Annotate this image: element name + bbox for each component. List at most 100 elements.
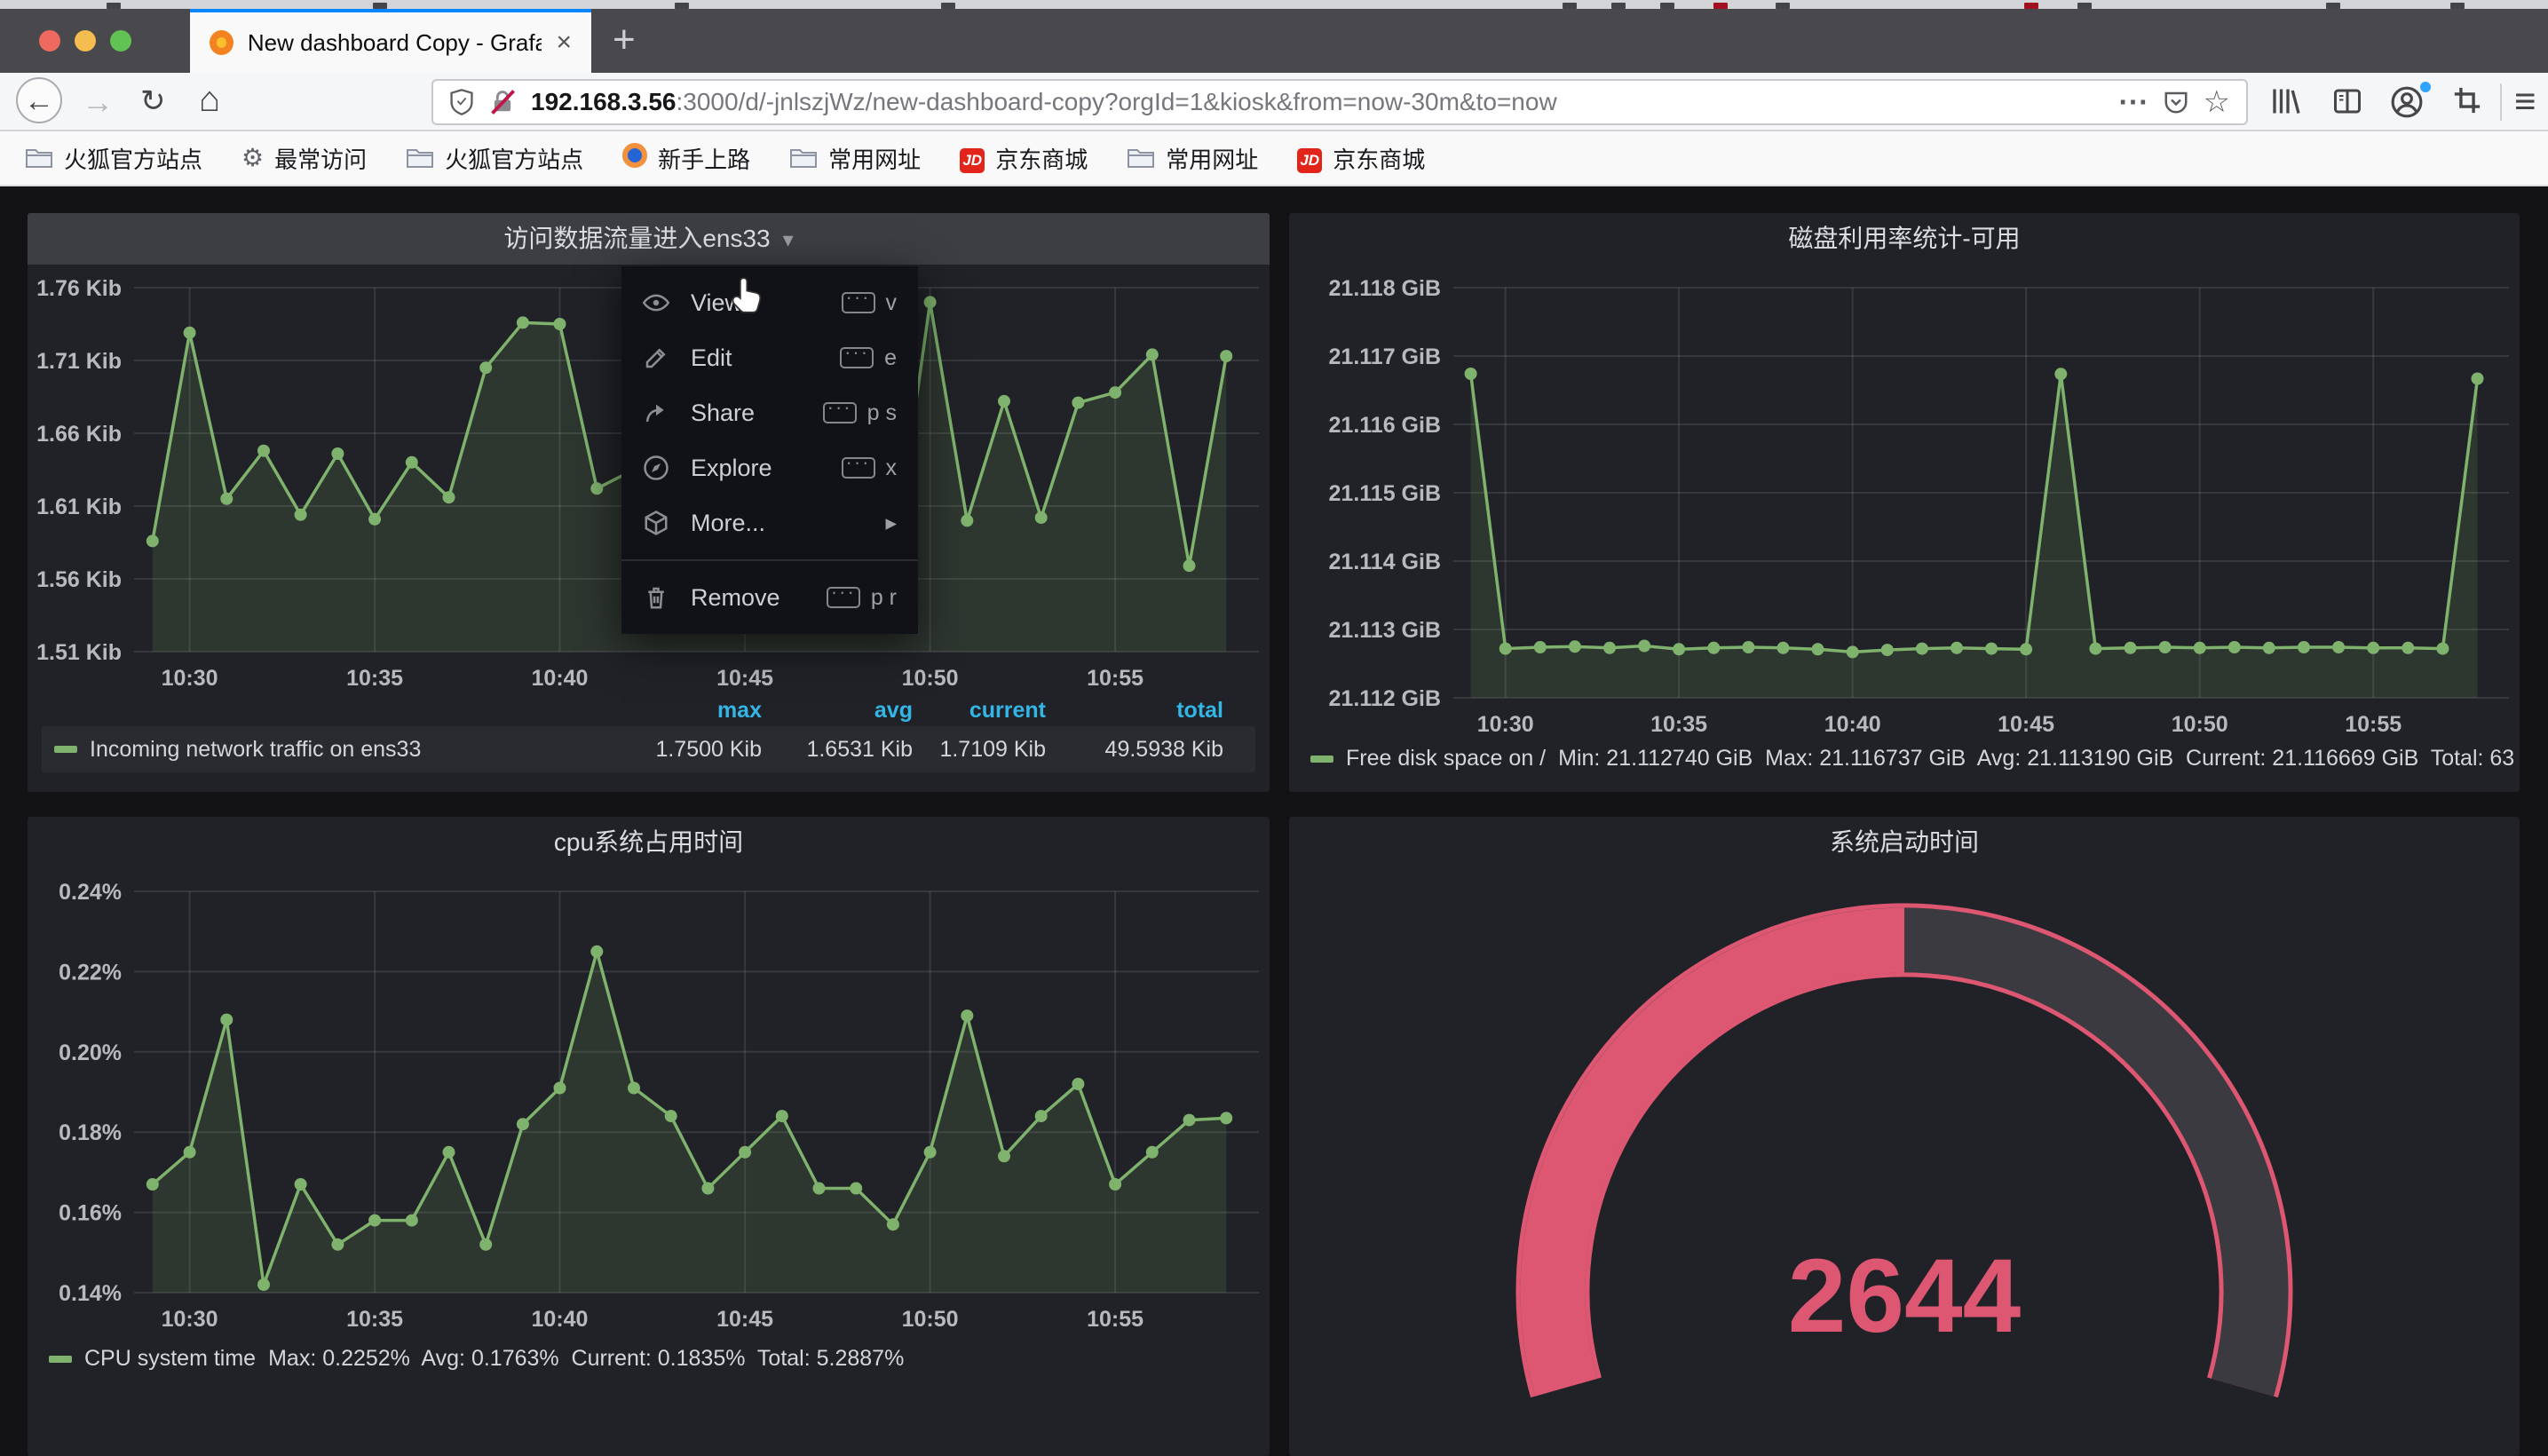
svg-text:21.118 GiB: 21.118 GiB (1329, 276, 1441, 301)
folder-icon (25, 146, 53, 170)
legend-value: 1.7500 Kib (575, 737, 762, 763)
legend-header[interactable]: current (913, 698, 1046, 724)
svg-text:10:40: 10:40 (532, 1307, 589, 1332)
bookmark-item-1[interactable]: ⚙最常访问 (241, 142, 367, 175)
insecure-lock-icon[interactable] (488, 88, 517, 116)
sidebar-icon[interactable] (2331, 85, 2363, 117)
browser-tab-bar: New dashboard Copy - Grafana × + (0, 9, 2548, 73)
grafana-favicon (210, 30, 233, 55)
menu-shortcut: p s (867, 400, 897, 426)
window-close-button[interactable] (39, 30, 60, 51)
jd-icon: JD (1297, 144, 1322, 173)
eye-icon (643, 289, 671, 316)
back-button[interactable]: ← (16, 77, 62, 123)
bookmark-item-2[interactable]: 火狐官方站点 (406, 142, 583, 175)
svg-text:10:30: 10:30 (162, 1307, 218, 1332)
bookmark-item-3[interactable]: 新手上路 (622, 142, 750, 175)
menu-item-edit[interactable]: Edit e (621, 330, 918, 385)
legend-disk[interactable]: Free disk space on /Min: 21.112740 GiB M… (1310, 746, 2514, 772)
uptime-gauge: 2644 (1289, 868, 2520, 1456)
legend-series-name[interactable]: CPU system time (84, 1346, 256, 1372)
legend-value: 1.6531 Kib (762, 737, 913, 763)
window-zoom-button[interactable] (110, 30, 131, 51)
legend-series-name[interactable]: Incoming network traffic on ens33 (90, 737, 421, 763)
url-bar[interactable]: 192.168.3.56:3000/d/-jnlszjWz/new-dashbo… (431, 79, 2248, 125)
svg-text:1.66 Kib: 1.66 Kib (36, 422, 122, 447)
bookmark-star-icon[interactable]: ☆ (2204, 87, 2230, 117)
url-text[interactable]: 192.168.3.56:3000/d/-jnlszjWz/new-dashbo… (531, 88, 2104, 116)
menu-item-more[interactable]: More... ▸ (621, 495, 918, 550)
bookmark-label: 常用网址 (828, 142, 921, 175)
legend-value: 1.7109 Kib (913, 737, 1046, 763)
disk-usage-chart[interactable]: 21.118 GiB21.117 GiB21.116 GiB21.115 GiB… (1289, 265, 2520, 739)
menu-item-view[interactable]: Viewv (621, 275, 918, 330)
keyboard-icon (840, 347, 874, 368)
legend-header[interactable]: total (1046, 698, 1223, 724)
legend-cpu[interactable]: CPU system time Max: 0.2252% Avg: 0.1763%… (49, 1346, 1264, 1372)
bookmark-item-7[interactable]: JD京东商城 (1297, 142, 1425, 175)
reload-button[interactable]: ↻ (140, 83, 166, 119)
menu-shortcut: x (886, 455, 898, 481)
bookmark-label: 火狐官方站点 (64, 142, 202, 175)
bookmark-item-5[interactable]: JD 京东商城 (960, 142, 1088, 175)
menu-shortcut: v (886, 290, 898, 316)
legend-header[interactable]: max (575, 698, 762, 724)
panel-title-disk[interactable]: 磁盘利用率统计-可用 (1289, 213, 2520, 265)
bookmark-label: 常用网址 (1166, 142, 1258, 175)
panel-cpu-system: cpu系统占用时间 0.24%0.22%0.20%0.18%0.16%0.14%… (28, 817, 1270, 1456)
svg-text:10:40: 10:40 (1824, 712, 1881, 737)
edit-icon (643, 344, 671, 371)
panel-title-cpu[interactable]: cpu系统占用时间 (28, 817, 1270, 868)
new-tab-button[interactable]: + (613, 18, 636, 62)
bookmark-item-4[interactable]: 常用网址 (789, 142, 921, 175)
account-icon[interactable] (2390, 85, 2424, 119)
svg-text:10:50: 10:50 (902, 666, 959, 691)
jd-icon: JD (960, 144, 985, 173)
svg-text:10:35: 10:35 (346, 1307, 403, 1332)
firefox-icon (622, 143, 647, 174)
panel-uptime-gauge: 系统启动时间 2644 (1289, 817, 2520, 1456)
cpu-chart[interactable]: 0.24%0.22%0.20%0.18%0.16%0.14%10:3010:35… (28, 868, 1270, 1333)
legend-series-name[interactable]: Free disk space on / (1346, 746, 1546, 772)
menu-divider (621, 559, 918, 561)
pocket-icon[interactable] (2163, 89, 2189, 115)
panel-title-network[interactable]: 访问数据流量进入ens33▾ (28, 213, 1270, 265)
legend-stats: Max: 0.2252% Avg: 0.1763% Current: 0.183… (268, 1346, 904, 1372)
page-actions-icon[interactable]: ⋯ (2118, 87, 2148, 117)
panel-title-uptime[interactable]: 系统启动时间 (1289, 817, 2520, 868)
browser-tab[interactable]: New dashboard Copy - Grafana × (190, 9, 591, 73)
gauge-svg: 2644 (1289, 868, 2520, 1456)
screenshot-crop-icon[interactable] (2452, 85, 2482, 115)
window-minimize-button[interactable] (75, 30, 96, 51)
bookmark-item-6[interactable]: 常用网址 (1127, 142, 1258, 175)
hamburger-menu-icon[interactable]: ≡ (2514, 80, 2536, 123)
menu-item-explore[interactable]: Explorex (621, 440, 918, 495)
panel-menu-caret-icon[interactable]: ▾ (783, 228, 794, 252)
svg-text:21.114 GiB: 21.114 GiB (1329, 550, 1441, 574)
tab-close-icon[interactable]: × (556, 29, 572, 56)
keyboard-icon (842, 292, 875, 313)
forward-button[interactable]: → (82, 83, 114, 121)
bookmark-item-0[interactable]: 火狐官方站点 (25, 142, 202, 175)
svg-text:10:30: 10:30 (162, 666, 218, 691)
svg-text:0.16%: 0.16% (59, 1201, 122, 1226)
legend-header[interactable]: avg (762, 698, 913, 724)
svg-text:10:35: 10:35 (1650, 712, 1707, 737)
library-icon[interactable] (2269, 85, 2301, 117)
svg-text:10:55: 10:55 (2345, 712, 2402, 737)
browser-toolbar: ← → ↻ ⌂ 192.168.3.56:3000/d/-jnlszjWz/ne… (0, 73, 2548, 131)
legend-series-row[interactable]: Incoming network traffic on ens33 1.7500 … (42, 726, 1255, 772)
svg-text:0.20%: 0.20% (59, 1041, 122, 1065)
menu-item-remove[interactable]: Removep r (621, 570, 918, 625)
macos-menubar (0, 0, 2548, 9)
svg-text:0.18%: 0.18% (59, 1120, 122, 1145)
menu-item-label: More... (691, 510, 765, 537)
menu-shortcut: e (884, 345, 897, 371)
submenu-arrow-icon: ▸ (885, 510, 897, 536)
bookmark-label: 京东商城 (995, 142, 1088, 175)
tracking-protection-shield-icon[interactable] (449, 88, 474, 116)
menu-item-label: Edit (691, 344, 732, 372)
toolbar-divider (2500, 83, 2502, 121)
home-button[interactable]: ⌂ (199, 80, 220, 120)
menu-item-share[interactable]: Sharep s (621, 385, 918, 440)
